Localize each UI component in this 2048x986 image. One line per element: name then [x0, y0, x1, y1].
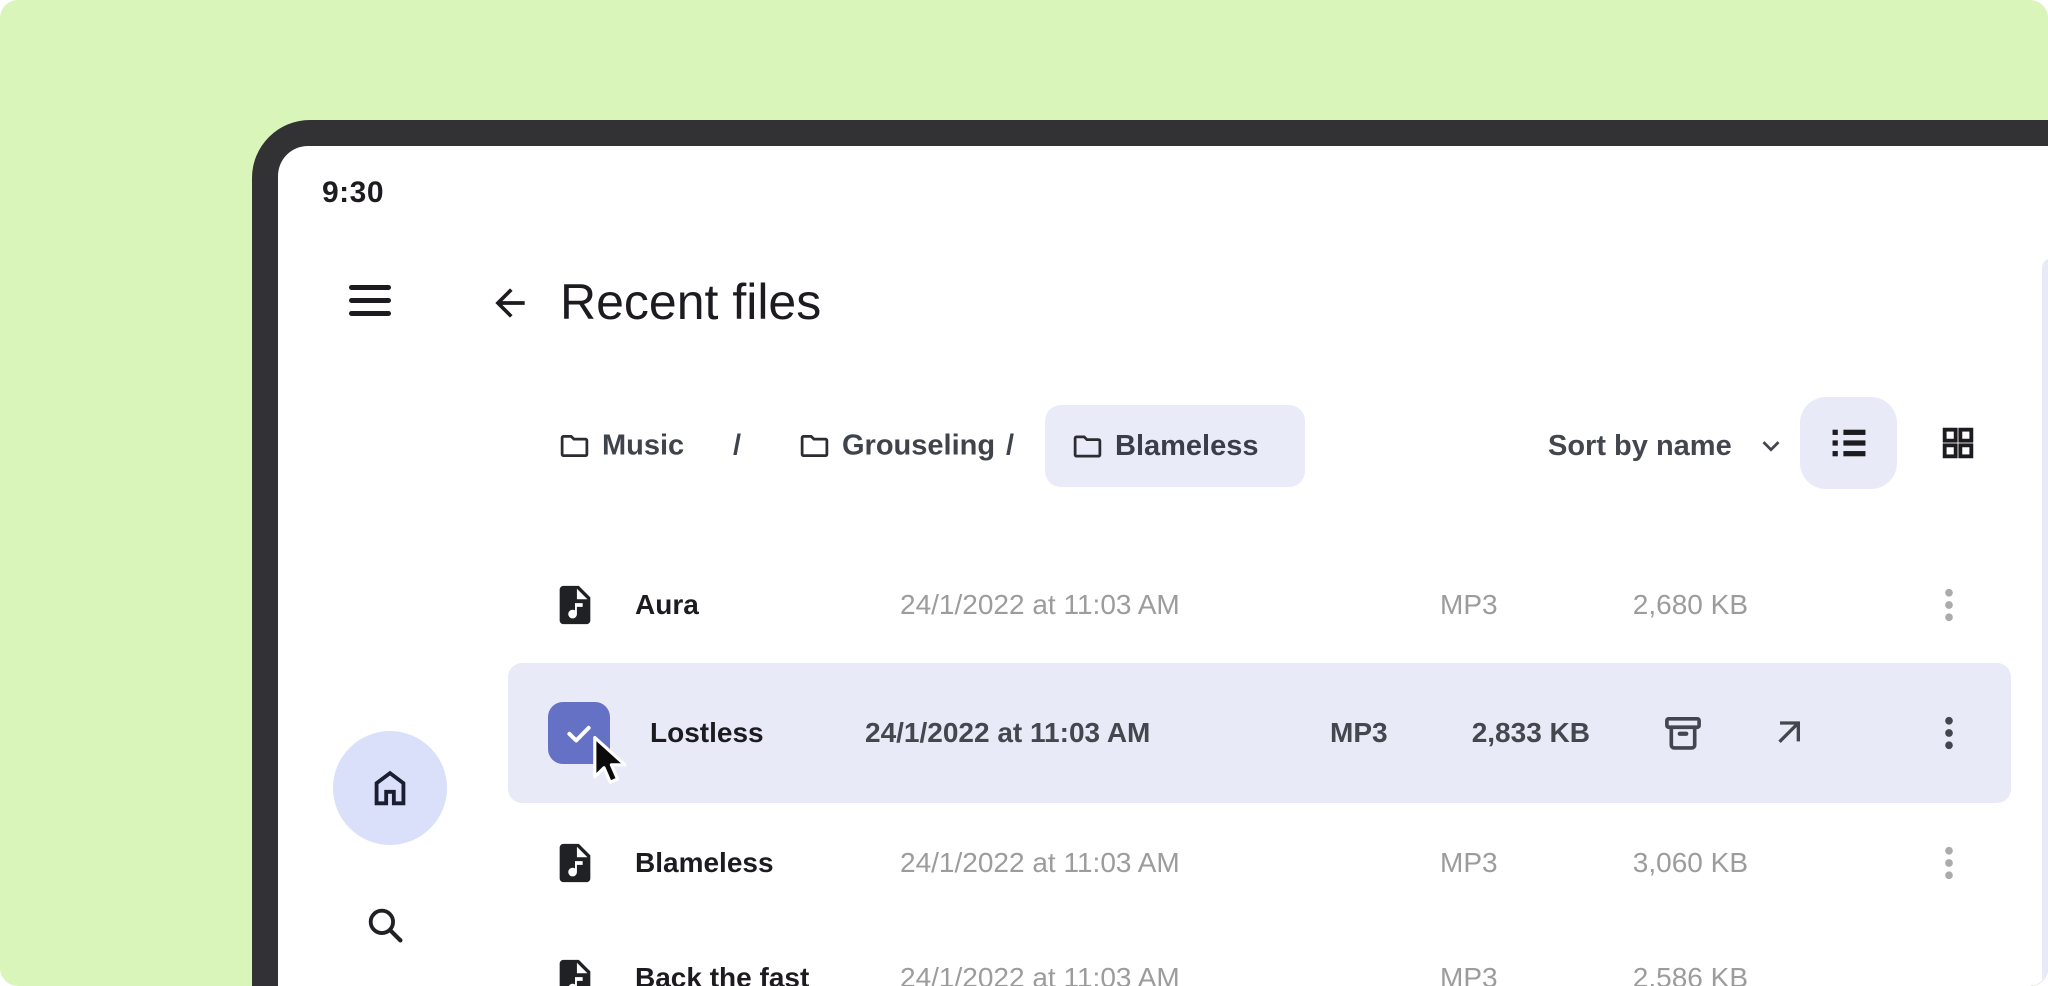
file-type: MP3	[1440, 847, 1498, 879]
breadcrumb-label: Grouseling	[842, 430, 995, 463]
breadcrumb-item-grouseling[interactable]: Grouseling	[798, 430, 995, 463]
file-row-partial[interactable]: Back the fast 24/1/2022 at 11:03 AM MP3 …	[508, 942, 2011, 986]
file-name: Back the fast	[635, 962, 809, 986]
file-date: 24/1/2022 at 11:03 AM	[865, 717, 1150, 749]
search-button[interactable]	[363, 903, 407, 947]
breadcrumb-label: Blameless	[1115, 430, 1259, 463]
file-name: Aura	[635, 589, 699, 621]
more-options-icon[interactable]	[1928, 712, 1970, 754]
sort-dropdown[interactable]: Sort by name	[1548, 405, 1788, 487]
breadcrumb-separator: /	[733, 430, 741, 463]
file-name: Lostless	[650, 717, 764, 749]
back-button[interactable]	[488, 281, 532, 325]
audio-file-icon	[552, 582, 598, 628]
more-options-icon[interactable]	[1928, 584, 1970, 626]
more-options-icon[interactable]	[1928, 842, 1970, 884]
file-row-blameless[interactable]: Blameless 24/1/2022 at 11:03 AM MP3 3,06…	[508, 818, 2011, 908]
file-name: Blameless	[635, 847, 774, 879]
breadcrumb-item-music[interactable]: Music	[558, 430, 684, 463]
folder-icon	[558, 430, 591, 463]
tablet-screen: 9:30 Recent files Music /	[278, 146, 2048, 986]
list-view-icon	[1828, 422, 1870, 464]
checkbox-checked[interactable]	[548, 702, 610, 764]
file-date: 24/1/2022 at 11:03 AM	[900, 962, 1180, 986]
file-size: 2,833 KB	[1378, 717, 1590, 749]
file-row-lostless-selected[interactable]: Lostless 24/1/2022 at 11:03 AM MP3 2,833…	[508, 663, 2011, 803]
file-size: 2,680 KB	[1538, 589, 1748, 621]
file-size: 3,060 KB	[1538, 847, 1748, 879]
folder-icon	[1071, 430, 1104, 463]
home-button[interactable]	[333, 731, 447, 845]
status-clock: 9:30	[322, 176, 384, 210]
audio-file-icon	[552, 956, 598, 986]
archive-icon[interactable]	[1660, 710, 1706, 756]
file-date: 24/1/2022 at 11:03 AM	[900, 589, 1180, 621]
grid-view-icon	[1938, 423, 1978, 463]
page-title: Recent files	[560, 270, 821, 334]
page-background: 9:30 Recent files Music /	[0, 0, 2048, 986]
breadcrumb-separator: /	[1006, 430, 1014, 463]
file-type: MP3	[1440, 589, 1498, 621]
check-icon	[562, 716, 596, 750]
chevron-down-icon	[1754, 429, 1788, 463]
file-row-aura[interactable]: Aura 24/1/2022 at 11:03 AM MP3 2,680 KB	[508, 560, 2011, 650]
menu-icon[interactable]	[346, 282, 394, 322]
breadcrumb-label: Music	[602, 430, 684, 463]
open-arrow-icon[interactable]	[1770, 713, 1810, 753]
grid-view-toggle[interactable]	[1918, 397, 1998, 489]
breadcrumb-item-blameless-selected[interactable]: Blameless	[1045, 405, 1305, 487]
file-type: MP3	[1440, 962, 1498, 986]
tablet-frame: 9:30 Recent files Music /	[252, 120, 2048, 986]
folder-icon	[798, 430, 831, 463]
sort-label: Sort by name	[1548, 430, 1732, 463]
search-icon	[363, 903, 407, 947]
back-arrow-icon	[488, 281, 532, 325]
file-date: 24/1/2022 at 11:03 AM	[900, 847, 1180, 879]
list-view-toggle[interactable]	[1800, 397, 1897, 489]
right-edge-panel-sliver	[2042, 258, 2048, 986]
file-size: 2,586 KB	[1538, 962, 1748, 986]
home-icon	[367, 765, 413, 811]
audio-file-icon	[552, 840, 598, 886]
